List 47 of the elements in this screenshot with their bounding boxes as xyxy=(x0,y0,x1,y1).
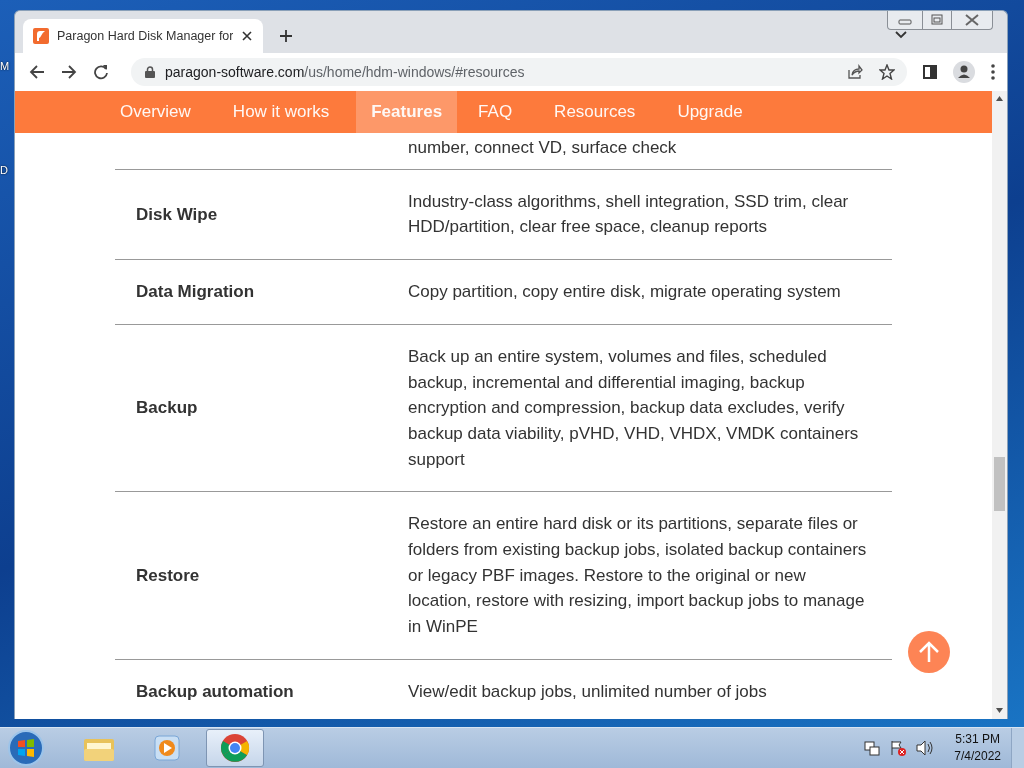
nav-link[interactable]: Features xyxy=(356,91,458,133)
nav-link[interactable]: FAQ xyxy=(463,91,528,133)
side-panel-icon[interactable] xyxy=(923,65,937,79)
feature-name: Disk Wipe xyxy=(136,204,218,224)
nav-link[interactable]: Upgrade xyxy=(662,91,758,133)
reload-icon[interactable] xyxy=(93,64,109,80)
lock-icon xyxy=(145,66,155,78)
feature-description: Back up an entire system, volumes and files, scheduled backup, incremental and differential imaging, backup encryption and compression, backup data excludes, verify backup data viability, pVHD, VHD, VHDX, VMDK containers support xyxy=(408,346,859,469)
logo-icon xyxy=(33,28,49,44)
star-icon[interactable] xyxy=(879,64,895,80)
network-icon[interactable] xyxy=(864,740,881,756)
feature-description: View/edit backup jobs, unlimited number of jobs xyxy=(408,681,767,701)
volume-icon[interactable] xyxy=(916,740,935,756)
flag-icon[interactable] xyxy=(890,740,907,756)
feature-name: Backup automation xyxy=(136,681,294,701)
profile-icon[interactable] xyxy=(953,61,975,83)
desktop-icon-label: M xyxy=(0,60,10,72)
feature-description: number, connect VD, surface check xyxy=(408,138,677,157)
scrollbar[interactable] xyxy=(992,91,1007,719)
arrow-up-icon xyxy=(918,641,940,663)
nav-link[interactable]: Overview xyxy=(105,91,206,133)
share-icon[interactable] xyxy=(847,64,863,80)
new-tab-icon[interactable] xyxy=(279,29,293,43)
feature-description: Restore an entire hard disk or its partitions, separate files or folders from existing backup jobs, isolated backup containers or legacy PBF images. Restore to the original or new location, restore with resizing, import backup jobs to manage in WinPE xyxy=(408,514,867,637)
clock-time[interactable]: 5:31 PM xyxy=(955,731,1000,748)
nav-link[interactable]: How it works xyxy=(217,91,345,133)
feature-name: Restore xyxy=(136,565,200,585)
nav-link[interactable]: Resources xyxy=(539,91,651,133)
url-text: paragon-software.com/us/home/hdm-windows/#resources xyxy=(165,64,525,80)
forward-icon[interactable] xyxy=(61,64,77,80)
feature-name: Backup xyxy=(136,398,198,418)
browser-tab[interactable]: Paragon Hard Disk Manager for xyxy=(23,19,263,53)
feature-description: Copy partition, copy entire disk, migrate operating system xyxy=(408,282,841,302)
chevron-down-icon[interactable] xyxy=(895,31,907,39)
taskbar-app[interactable] xyxy=(206,729,264,767)
menu-icon[interactable] xyxy=(991,64,995,80)
back-icon[interactable] xyxy=(29,64,45,80)
clock-date[interactable]: 7/4/2022 xyxy=(954,748,1001,765)
desktop-icon-label: D xyxy=(0,164,9,176)
media-player-icon xyxy=(153,734,181,762)
chrome-icon xyxy=(220,733,250,763)
feature-name: Data Migration xyxy=(136,282,255,302)
tab-title: Paragon Hard Disk Manager for xyxy=(57,29,233,43)
feature-description: Industry-class algorithms, shell integration, SSD trim, clear HDD/partition, clear free space, cleanup reports xyxy=(408,191,849,237)
close-icon[interactable] xyxy=(241,30,253,42)
start-button[interactable] xyxy=(6,728,46,768)
address-bar[interactable]: paragon-software.com/us/home/hdm-windows/#resources xyxy=(131,58,907,86)
